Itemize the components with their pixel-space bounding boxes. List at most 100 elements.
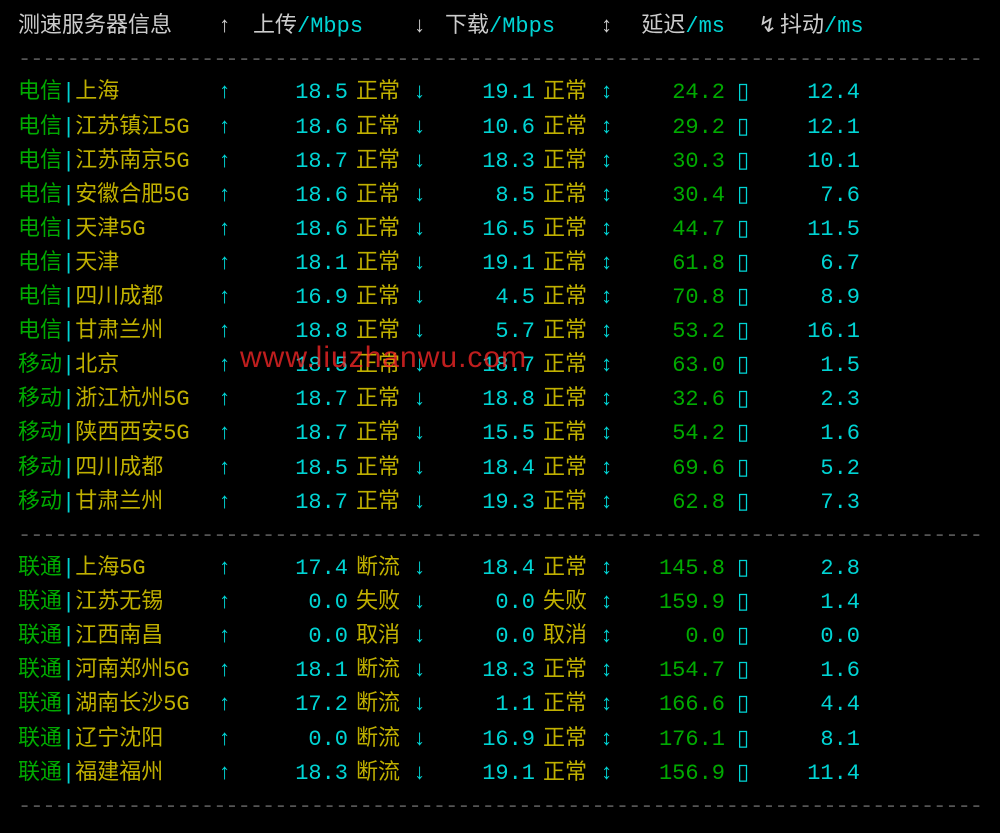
download-status: 正常 [535,349,600,383]
upload-value: 18.8 [253,315,348,349]
arrow-up-icon: ↑ [218,179,253,213]
arrow-updown-icon: ↕ [600,383,630,417]
arrow-up-icon: ↑ [218,281,253,315]
arrow-up-icon: ↑ [218,145,253,179]
arrow-down-icon: ↓ [413,620,445,654]
table-row: 电信|江苏南京5G ↑ 18.7 正常 ↓ 18.3 正常 ↕ 30.3 ▯ 1… [18,145,982,179]
box-icon: ▯ [725,452,755,486]
table-row: 联通|江苏无锡 ↑ 0.0 失败 ↓ 0.0 失败 ↕ 159.9 ▯ 1.4 [18,586,982,620]
arrow-up-icon: ↑ [218,757,253,791]
server-cell: 移动|甘肃兰州 [18,486,218,520]
jitter-value: 8.9 [780,281,860,315]
jitter-value: 2.8 [780,552,860,586]
upload-value: 16.9 [253,281,348,315]
download-value: 0.0 [445,620,535,654]
download-value: 1.1 [445,688,535,722]
table-row: 移动|北京 ↑ 18.5 正常 ↓ 18.7 正常 ↕ 63.0 ▯ 1.5 [18,349,982,383]
jitter-value: 1.6 [780,417,860,451]
latency-value: 0.0 [630,620,725,654]
arrow-updown-icon: ↕ [600,417,630,451]
download-value: 16.9 [445,723,535,757]
arrow-up-icon: ↑ [218,417,253,451]
arrow-down-icon: ↓ [413,383,445,417]
divider: ----------------------------------------… [18,47,982,73]
upload-value: 0.0 [253,586,348,620]
box-icon: ▯ [725,247,755,281]
arrow-updown-icon: ↕ [600,688,630,722]
table-row: 联通|河南郑州5G ↑ 18.1 断流 ↓ 18.3 正常 ↕ 154.7 ▯ … [18,654,982,688]
box-icon: ▯ [725,688,755,722]
upload-status: 正常 [348,486,413,520]
upload-status: 正常 [348,452,413,486]
server-cell: 联通|上海5G [18,552,218,586]
arrow-updown-icon: ↕ [600,620,630,654]
arrow-up-icon: ↑ [218,315,253,349]
jitter-value: 7.3 [780,486,860,520]
jitter-value: 11.4 [780,757,860,791]
arrow-updown-icon: ↕ [600,486,630,520]
table-row: 电信|天津 ↑ 18.1 正常 ↓ 19.1 正常 ↕ 61.8 ▯ 6.7 [18,247,982,281]
arrow-down-icon: ↓ [413,723,445,757]
header-arrow-down: ↓ [413,10,445,44]
arrow-down-icon: ↓ [413,654,445,688]
upload-status: 正常 [348,179,413,213]
latency-value: 32.6 [630,383,725,417]
upload-status: 正常 [348,247,413,281]
download-value: 5.7 [445,315,535,349]
upload-value: 17.4 [253,552,348,586]
latency-value: 63.0 [630,349,725,383]
jitter-value: 0.0 [780,620,860,654]
table-row: 联通|上海5G ↑ 17.4 断流 ↓ 18.4 正常 ↕ 145.8 ▯ 2.… [18,552,982,586]
server-cell: 电信|甘肃兰州 [18,315,218,349]
arrow-down-icon: ↓ [413,76,445,110]
box-icon: ▯ [725,213,755,247]
arrow-up-icon: ↑ [218,688,253,722]
table-row: 联通|福建福州 ↑ 18.3 断流 ↓ 19.1 正常 ↕ 156.9 ▯ 11… [18,757,982,791]
upload-value: 18.5 [253,76,348,110]
upload-status: 断流 [348,757,413,791]
download-status: 正常 [535,417,600,451]
arrow-updown-icon: ↕ [600,654,630,688]
download-status: 正常 [535,552,600,586]
box-icon: ▯ [725,552,755,586]
arrow-updown-icon: ↕ [600,247,630,281]
latency-value: 30.3 [630,145,725,179]
download-value: 0.0 [445,586,535,620]
table-header: 测速服务器信息 ↑ 上传/Mbps ↓ 下载/Mbps ↕ 延迟/ms ↯ 抖动… [18,10,982,44]
table-row: 移动|四川成都 ↑ 18.5 正常 ↓ 18.4 正常 ↕ 69.6 ▯ 5.2 [18,452,982,486]
table-row: 电信|天津5G ↑ 18.6 正常 ↓ 16.5 正常 ↕ 44.7 ▯ 11.… [18,213,982,247]
server-cell: 联通|江苏无锡 [18,586,218,620]
arrow-updown-icon: ↕ [600,213,630,247]
download-status: 正常 [535,452,600,486]
arrow-updown-icon: ↕ [600,452,630,486]
table-row: 联通|湖南长沙5G ↑ 17.2 断流 ↓ 1.1 正常 ↕ 166.6 ▯ 4… [18,688,982,722]
box-icon: ▯ [725,349,755,383]
latency-value: 61.8 [630,247,725,281]
latency-value: 53.2 [630,315,725,349]
box-icon: ▯ [725,723,755,757]
latency-value: 145.8 [630,552,725,586]
box-icon: ▯ [725,757,755,791]
table-row: 移动|陕西西安5G ↑ 18.7 正常 ↓ 15.5 正常 ↕ 54.2 ▯ 1… [18,417,982,451]
box-icon: ▯ [725,145,755,179]
download-value: 19.1 [445,757,535,791]
upload-status: 正常 [348,213,413,247]
table-row: 移动|浙江杭州5G ↑ 18.7 正常 ↓ 18.8 正常 ↕ 32.6 ▯ 2… [18,383,982,417]
download-status: 正常 [535,654,600,688]
arrow-down-icon: ↓ [413,111,445,145]
divider: ----------------------------------------… [18,523,982,549]
server-cell: 电信|江苏南京5G [18,145,218,179]
arrow-down-icon: ↓ [413,552,445,586]
arrow-updown-icon: ↕ [600,723,630,757]
download-status: 失败 [535,586,600,620]
download-status: 正常 [535,757,600,791]
arrow-up-icon: ↑ [218,111,253,145]
download-value: 18.4 [445,452,535,486]
upload-status: 正常 [348,417,413,451]
arrow-updown-icon: ↕ [600,281,630,315]
arrow-updown-icon: ↕ [600,145,630,179]
box-icon: ▯ [725,654,755,688]
arrow-updown-icon: ↕ [600,111,630,145]
upload-status: 取消 [348,620,413,654]
arrow-down-icon: ↓ [413,179,445,213]
